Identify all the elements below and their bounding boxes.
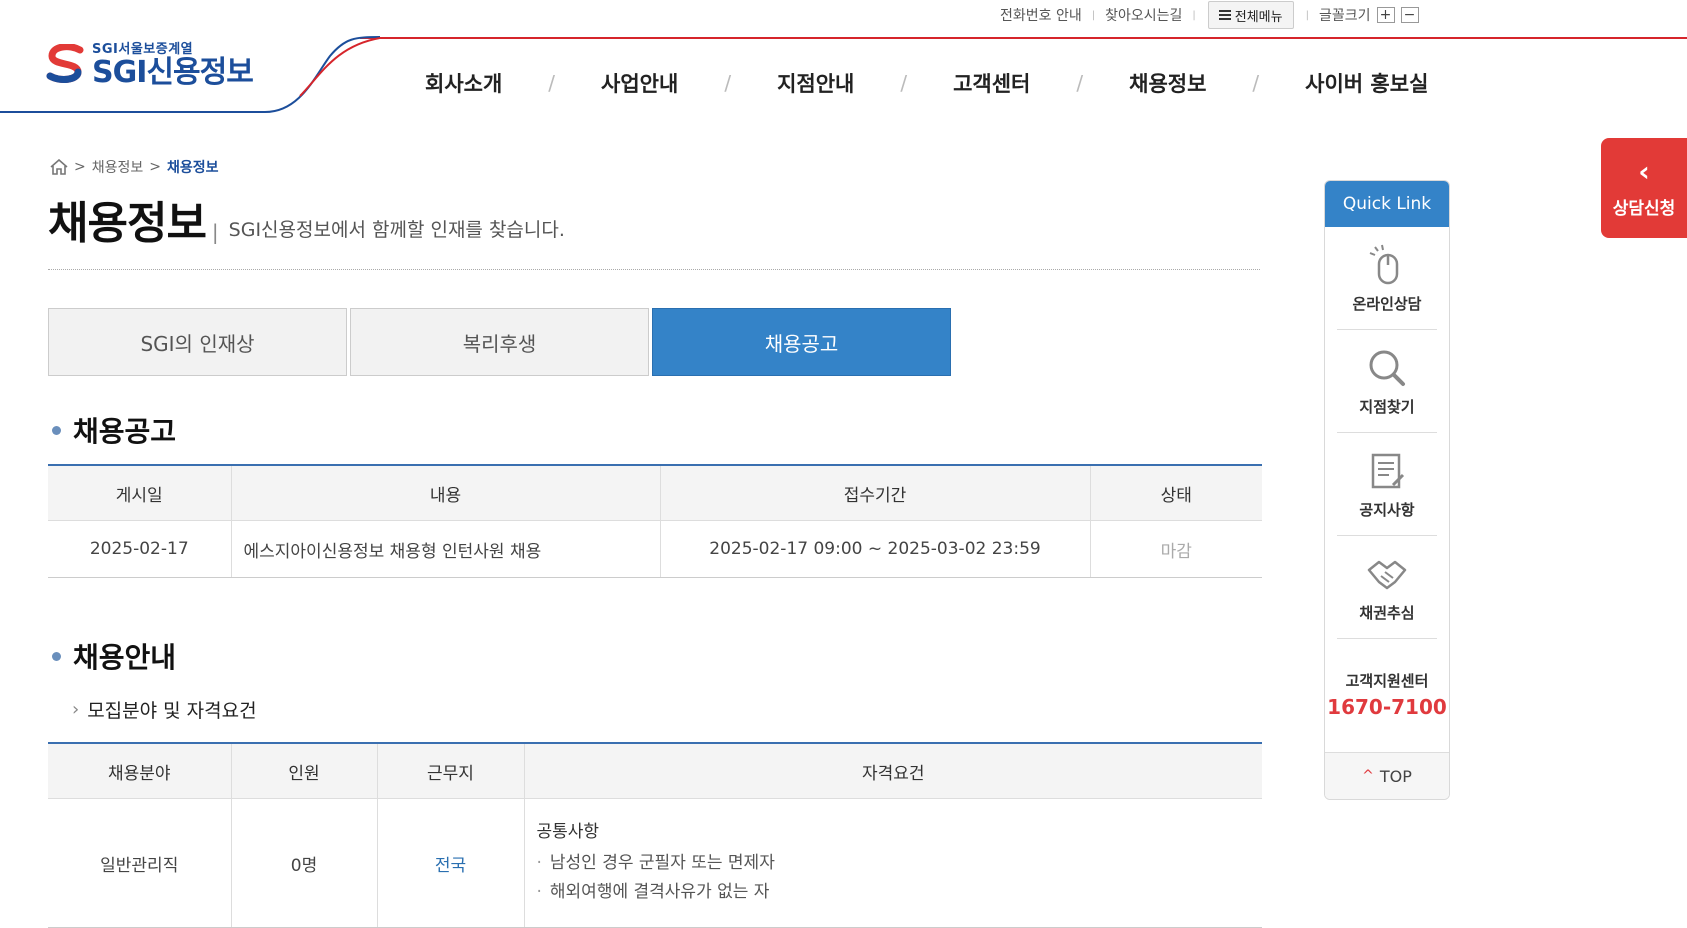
- chevron-right-icon: ›: [72, 699, 80, 720]
- posting-title-link[interactable]: 에스지아이신용정보 채용형 인턴사원 채용: [230, 520, 660, 578]
- title-divider: |: [211, 220, 219, 244]
- quick-link-notice[interactable]: 공지사항: [1337, 433, 1437, 536]
- quick-link-online-consult[interactable]: 온라인상담: [1337, 227, 1437, 330]
- requirements-cell: 공통사항 남성인 경우 군필자 또는 면제자 해외여행에 결격사유가 없는 자: [523, 798, 1262, 928]
- logo-title: SGI신용정보: [92, 55, 254, 90]
- bullet-icon: [52, 651, 61, 661]
- nav-separator: /: [724, 71, 732, 95]
- job-field: 일반관리직: [48, 798, 231, 928]
- customer-support-label: 고객지원센터: [1345, 671, 1429, 690]
- font-decrease-button[interactable]: −: [1400, 7, 1419, 23]
- document-icon: [1371, 453, 1405, 488]
- nav-item-branch[interactable]: 지점안내: [777, 68, 854, 98]
- bullet-icon: [52, 425, 61, 435]
- font-increase-button[interactable]: +: [1376, 7, 1395, 23]
- phone-info-link[interactable]: 전화번호 안내: [990, 5, 1092, 25]
- scroll-top-button[interactable]: ^ TOP: [1325, 752, 1449, 799]
- page-title: 채용정보: [48, 198, 207, 249]
- main-navigation: 회사소개 / 사업안내 / 지점안내 / 고객센터 / 채용정보 / 사이버 홍…: [425, 68, 1428, 98]
- nav-item-customer[interactable]: 고객센터: [953, 68, 1030, 98]
- mouse-icon: [1369, 244, 1399, 284]
- requirement-item: 남성인 경우 군필자 또는 면제자: [537, 848, 1251, 873]
- nav-separator: /: [1252, 71, 1260, 95]
- header-red-line: [360, 37, 1687, 39]
- headcount: 0명: [230, 798, 377, 928]
- all-menu-label: 전체메뉴: [1234, 9, 1283, 25]
- section-heading-guide: 채용안내: [52, 636, 176, 676]
- job-posting-table: 게시일 내용 접수기간 상태 2025-02-17 에스지아이신용정보 채용형 …: [48, 464, 1262, 578]
- sgi-logo-icon: [46, 43, 84, 83]
- table-row[interactable]: 2025-02-17 에스지아이신용정보 채용형 인턴사원 채용 2025-02…: [48, 520, 1262, 578]
- subsection-heading-text: 모집분야 및 자격요건: [87, 700, 257, 722]
- page-description: SGI신용정보에서 함께할 인재를 찾습니다.: [228, 219, 565, 241]
- section-heading-text: 채용공고: [73, 415, 177, 448]
- consult-request-button[interactable]: ‹ 상담신청: [1601, 138, 1687, 238]
- posting-date: 2025-02-17: [48, 520, 231, 578]
- quick-link-label: 공지사항: [1359, 500, 1415, 519]
- all-menu-button[interactable]: 전체메뉴: [1207, 1, 1294, 29]
- breadcrumb: > 채용정보 > 채용정보: [50, 157, 219, 177]
- status-badge: 마감: [1089, 520, 1262, 578]
- breadcrumb-current: 채용정보: [167, 160, 219, 176]
- nav-item-recruit[interactable]: 채용정보: [1129, 68, 1206, 98]
- column-header-status: 상태: [1089, 465, 1262, 521]
- column-header-content: 내용: [230, 465, 660, 521]
- column-header-count: 인원: [230, 743, 377, 799]
- font-size-label: 글꼴크기: [1318, 8, 1371, 24]
- consult-request-label: 상담신청: [1612, 198, 1676, 219]
- customer-support-center: 고객지원센터 1670-7100: [1325, 639, 1449, 749]
- nav-separator: /: [900, 71, 908, 95]
- logo[interactable]: SGI서울보증계열 SGI신용정보: [46, 38, 254, 90]
- quick-link-debt-collection[interactable]: 채권추심: [1337, 536, 1437, 639]
- nav-item-pr[interactable]: 사이버 홍보실: [1305, 68, 1428, 98]
- quick-link-label: 채권추심: [1359, 603, 1415, 622]
- utility-bar: 전화번호 안내 | 찾아오시는길 | 전체메뉴 | 글꼴크기 + −: [990, 0, 1419, 30]
- nav-item-company[interactable]: 회사소개: [425, 68, 502, 98]
- work-location: 전국: [376, 798, 524, 928]
- quick-link-label: 지점찾기: [1359, 397, 1415, 416]
- search-icon: [1369, 350, 1405, 386]
- breadcrumb-level1[interactable]: 채용정보: [92, 157, 144, 177]
- recruitment-table: 채용분야 인원 근무지 자격요건 일반관리직 0명 전국 공통사항 남성인 경우…: [48, 742, 1262, 928]
- requirement-item: 해외여행에 결격사유가 없는 자: [537, 877, 1251, 902]
- scroll-top-label: TOP: [1379, 766, 1412, 786]
- column-header-period: 접수기간: [659, 465, 1090, 521]
- section-heading-notice: 채용공고: [52, 410, 176, 450]
- nav-item-business[interactable]: 사업안내: [601, 68, 678, 98]
- quick-link-panel: Quick Link 온라인상담 지점찾기 공지사항 채권추심 고객지원센터 1…: [1324, 180, 1450, 800]
- nav-separator: /: [548, 71, 556, 95]
- home-icon[interactable]: [50, 159, 68, 175]
- page-header: 채용정보 | SGI신용정보에서 함께할 인재를 찾습니다.: [48, 198, 565, 250]
- column-header-field: 채용분야: [48, 743, 231, 799]
- table-row: 일반관리직 0명 전국 공통사항 남성인 경우 군필자 또는 면제자 해외여행에…: [48, 798, 1262, 928]
- quick-link-find-branch[interactable]: 지점찾기: [1337, 330, 1437, 433]
- directions-link[interactable]: 찾아오시는길: [1095, 5, 1192, 25]
- posting-period: 2025-02-17 09:00 ~ 2025-03-02 23:59: [659, 520, 1090, 578]
- chevron-right-icon: >: [149, 159, 161, 175]
- font-size-control: 글꼴크기 + −: [1309, 5, 1419, 25]
- tab-bar: SGI의 인재상 복리후생 채용공고: [48, 308, 954, 376]
- divider: |: [1192, 9, 1196, 21]
- subsection-heading: › 모집분야 및 자격요건: [72, 696, 257, 723]
- requirements-title: 공통사항: [536, 822, 600, 842]
- tab-talent[interactable]: SGI의 인재상: [48, 308, 347, 376]
- chevron-right-icon: >: [74, 159, 86, 175]
- tab-welfare[interactable]: 복리후생: [350, 308, 649, 376]
- nav-separator: /: [1076, 71, 1084, 95]
- quick-link-title: Quick Link: [1325, 181, 1449, 227]
- tab-job-posting[interactable]: 채용공고: [652, 308, 951, 376]
- chevron-up-icon: ^: [1362, 768, 1374, 784]
- chevron-left-icon: ‹: [1638, 154, 1650, 188]
- section-heading-text: 채용안내: [73, 641, 177, 674]
- column-header-date: 게시일: [48, 465, 231, 521]
- handshake-icon: [1367, 560, 1407, 589]
- title-divider-line: [48, 269, 1260, 270]
- menu-icon: [1218, 10, 1231, 20]
- column-header-location: 근무지: [376, 743, 524, 799]
- quick-link-label: 온라인상담: [1352, 294, 1422, 313]
- column-header-requirements: 자격요건: [523, 743, 1262, 799]
- customer-support-phone[interactable]: 1670-7100: [1327, 695, 1447, 719]
